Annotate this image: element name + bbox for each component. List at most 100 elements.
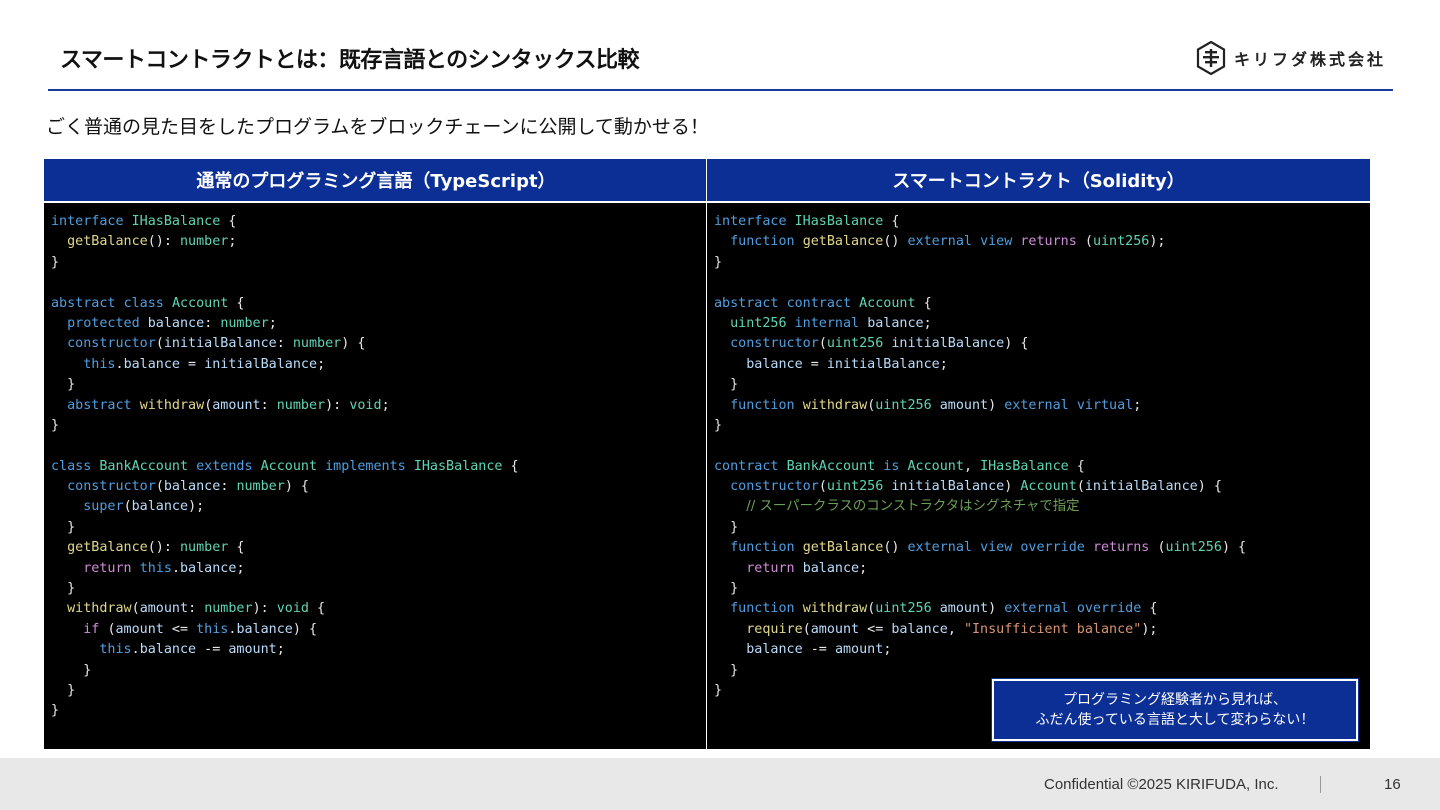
code-token: withdraw [139,397,205,413]
code-token: IHasBalance [980,458,1069,474]
code-token: number [180,540,229,556]
code-token: initialBalance [826,356,940,372]
code-token: class [123,295,172,311]
code-token: ) { [1221,540,1247,556]
code-token: ; [923,315,932,331]
code-token: { [502,458,519,474]
page-title: スマートコントラクトとは：既存言語とのシンタックス比較 [60,48,639,73]
code-token: ( [1076,479,1085,495]
code-token: getBalance [67,540,148,556]
code-token: Account [171,295,229,311]
code-token: IHasBalance [131,214,221,229]
code-token: } [51,662,92,678]
typescript-panel-header: 通常のプログラミング言語（TypeScript） [44,159,708,201]
code-token: override [1076,601,1142,617]
code-token: withdraw [67,601,132,617]
code-token: this [99,642,132,658]
code-token: ( [818,336,827,352]
code-token: super [83,499,124,515]
code-token: ; [883,642,892,658]
code-token: ) [1004,479,1021,495]
code-token: ; [236,560,245,576]
code-token: amount [228,642,277,658]
code-token: ; [276,642,285,658]
code-token: Account [1020,479,1077,495]
code-token: external [907,540,981,556]
code-token: balance [746,642,803,658]
code-line: } [714,579,1370,599]
code-token: amount [212,397,261,413]
code-token: } [51,417,60,433]
code-line: } [714,518,1370,538]
code-line: } [51,518,708,538]
code-line: } [51,661,708,681]
code-token: ): [325,397,350,413]
code-token: ( [155,479,164,495]
code-token: ( [131,601,140,617]
code-token: getBalance [802,234,884,250]
code-line: } [714,375,1370,395]
code-token: () [883,540,908,556]
callout-line-2: ふだん使っている言語と大して変わらない！ [1035,712,1315,728]
code-token: balance [163,479,221,495]
code-token: number [180,234,229,250]
code-token: ; [859,560,868,576]
code-token: . [115,356,124,372]
code-token: ) { [1197,479,1222,495]
code-line: require(amount <= balance, "Insufficient… [714,620,1370,640]
code-token: { [1141,601,1158,617]
code-token: ); [188,499,205,515]
footer-confidential: Confidential ©2025 KIRIFUDA, Inc. [1044,776,1279,793]
code-token: } [714,417,723,433]
code-token: ) [988,601,1005,617]
code-token: uint256 [730,315,795,331]
code-token: void [276,601,309,617]
code-token: ; [381,397,390,413]
code-token: } [51,519,76,535]
code-token: balance [746,356,803,372]
code-token: : [260,397,277,413]
solidity-code: interface IHasBalance { function getBala… [714,212,1370,701]
code-token: if [83,621,108,637]
code-token: Account [907,458,964,474]
code-token: number [220,315,269,331]
code-line: abstract withdraw(amount: number): void; [51,396,708,416]
code-line: } [51,579,708,599]
code-token: balance [236,621,293,637]
code-token: internal [794,315,868,331]
code-token: getBalance [802,540,884,556]
code-token: number [292,336,342,352]
code-token: BankAccount [99,458,189,474]
code-token: initialBalance [1084,479,1198,495]
code-token: uint256 [875,601,940,617]
code-line: if (amount <= this.balance) { [51,620,708,640]
code-token: { [228,295,245,311]
code-token: // スーパークラスのコンストラクタはシグネチャで指定 [746,499,1080,515]
code-token: ; [268,315,277,331]
code-token: abstract [51,295,124,311]
code-token: implements [317,458,414,474]
code-token: external [907,234,981,250]
code-token: balance [867,315,924,331]
code-token: { [309,601,326,617]
code-line: super(balance); [51,497,708,517]
code-token: { [883,214,900,229]
callout-note: プログラミング経験者から見れば、 ふだん使っている言語と大して変わらない！ [991,678,1359,742]
code-token: uint256 [826,479,892,495]
code-token: <= [163,621,197,637]
code-token: uint256 [1165,540,1222,556]
code-token: ; [317,356,326,372]
code-token: number [276,397,326,413]
code-token: } [51,703,60,719]
code-line: constructor(initialBalance: number) { [51,334,708,354]
code-token: } [714,682,723,698]
code-line: constructor(uint256 initialBalance) { [714,334,1370,354]
